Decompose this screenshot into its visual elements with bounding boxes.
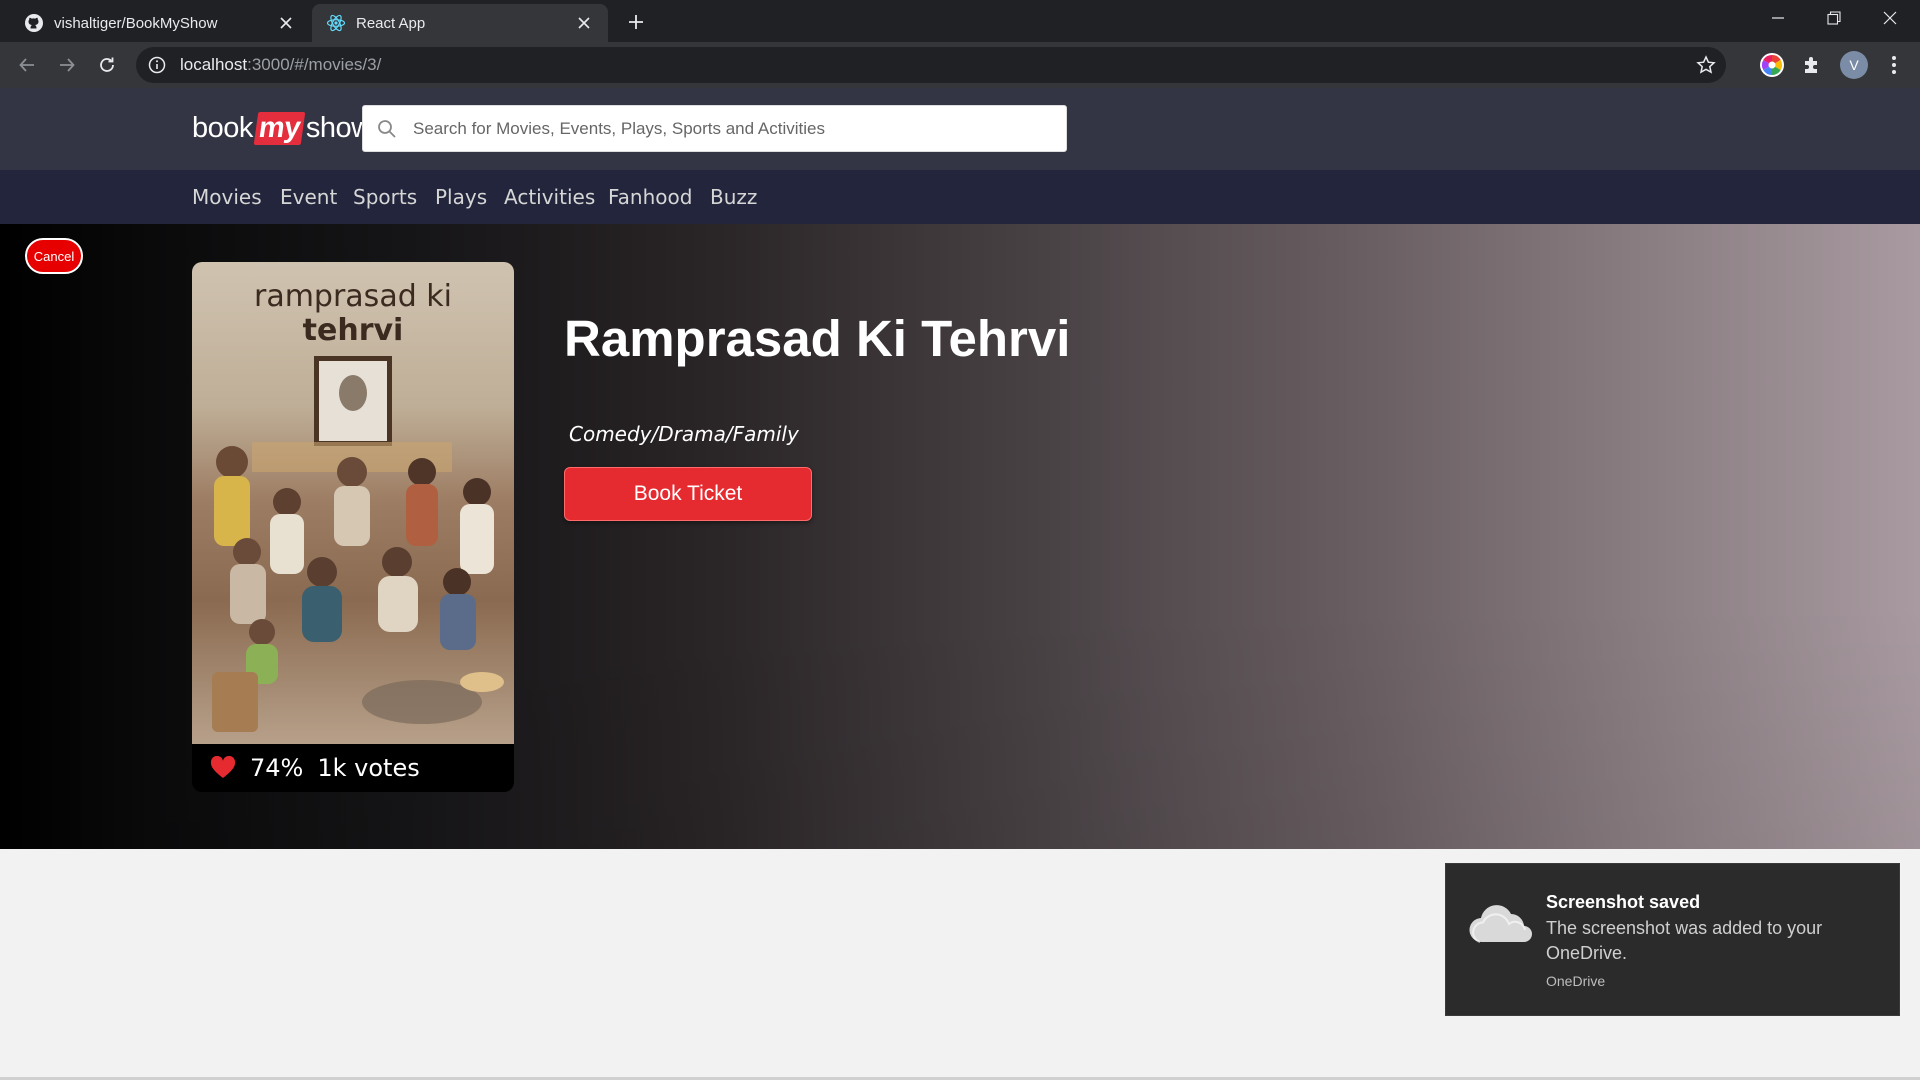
search-input[interactable]: [413, 118, 1053, 139]
site-nav: Movies Event Sports Plays Activities Fan…: [0, 170, 1920, 224]
nav-item-fanhood[interactable]: Fanhood: [608, 185, 692, 209]
movie-genre: Comedy/Drama/Family: [569, 422, 799, 446]
new-tab-icon[interactable]: [622, 8, 650, 36]
nav-item-buzz[interactable]: Buzz: [710, 185, 757, 209]
heart-icon: [210, 756, 236, 778]
url-path: :3000/#/movies/3/: [247, 55, 382, 74]
url-host: localhost: [180, 55, 248, 74]
minimize-icon[interactable]: [1750, 0, 1806, 36]
close-tab-icon[interactable]: [276, 13, 296, 33]
notification-body: The screenshot was added to your OneDriv…: [1546, 918, 1823, 963]
onedrive-cloud-icon: [1469, 905, 1532, 943]
address-bar[interactable]: localhost:3000/#/movies/3/: [136, 47, 1726, 83]
logo-part-my: my: [253, 111, 306, 145]
book-ticket-button[interactable]: Book Ticket: [564, 467, 812, 521]
poster-card[interactable]: ramprasad ki tehrvi 74% 1k votes: [192, 262, 514, 792]
more-menu-icon[interactable]: [1880, 51, 1908, 79]
search-bar: [362, 105, 1067, 152]
react-icon: [326, 13, 346, 33]
nav-item-activities[interactable]: Activities: [504, 185, 595, 209]
site-header: book my show: [0, 88, 1920, 170]
poster-title-line1: ramprasad ki: [253, 279, 452, 314]
onedrive-notification[interactable]: Screenshot saved The screenshot was adde…: [1445, 863, 1900, 1016]
tab-title: vishaltiger/BookMyShow: [54, 14, 218, 32]
rating-bar: 74% 1k votes: [192, 744, 514, 792]
logo-part-book: book: [192, 111, 253, 144]
nav-item-event[interactable]: Event: [280, 185, 337, 209]
cancel-button[interactable]: Cancel: [25, 238, 83, 274]
tab-title: React App: [356, 14, 426, 32]
close-window-icon[interactable]: [1862, 0, 1918, 36]
rating-percent: 74%: [250, 754, 304, 782]
color-picker-extension-icon[interactable]: [1758, 51, 1786, 79]
notification-title: Screenshot saved: [1546, 892, 1701, 912]
browser-toolbar: localhost:3000/#/movies/3/: [0, 42, 1920, 88]
votes-count: 1k votes: [317, 754, 420, 782]
bookmyshow-logo[interactable]: book my show: [192, 108, 372, 148]
notification-source: OneDrive: [1546, 973, 1606, 989]
close-tab-icon[interactable]: [574, 13, 594, 33]
nav-item-movies[interactable]: Movies: [192, 185, 262, 209]
restore-icon[interactable]: [1806, 0, 1862, 36]
bookmark-star-icon[interactable]: [1696, 55, 1716, 75]
poster-title-line2: tehrvi: [302, 313, 404, 348]
nav-item-sports[interactable]: Sports: [353, 185, 417, 209]
movie-banner: Cancel ramprasad ki tehrvi 74% 1k votes …: [0, 224, 1920, 849]
movie-title: Ramprasad Ki Tehrvi: [564, 310, 1071, 367]
back-arrow-icon[interactable]: [13, 51, 41, 79]
poster-title: ramprasad ki tehrvi: [192, 280, 514, 348]
url-text: localhost:3000/#/movies/3/: [180, 55, 381, 75]
tab-react-app[interactable]: React App: [312, 4, 608, 42]
tab-github[interactable]: vishaltiger/BookMyShow: [10, 4, 310, 42]
github-icon: [24, 13, 44, 33]
poster-portrait: [339, 375, 367, 411]
poster-family-illustration: [212, 442, 504, 732]
profile-avatar[interactable]: V: [1840, 51, 1868, 79]
nav-item-plays[interactable]: Plays: [435, 185, 487, 209]
forward-arrow-icon[interactable]: [53, 51, 81, 79]
extensions-puzzle-icon[interactable]: [1798, 51, 1826, 79]
search-icon: [378, 119, 396, 138]
info-icon[interactable]: [148, 56, 166, 74]
reload-icon[interactable]: [93, 51, 121, 79]
movie-poster: ramprasad ki tehrvi: [192, 262, 514, 744]
browser-tab-bar: vishaltiger/BookMyShow React App: [0, 0, 1920, 42]
